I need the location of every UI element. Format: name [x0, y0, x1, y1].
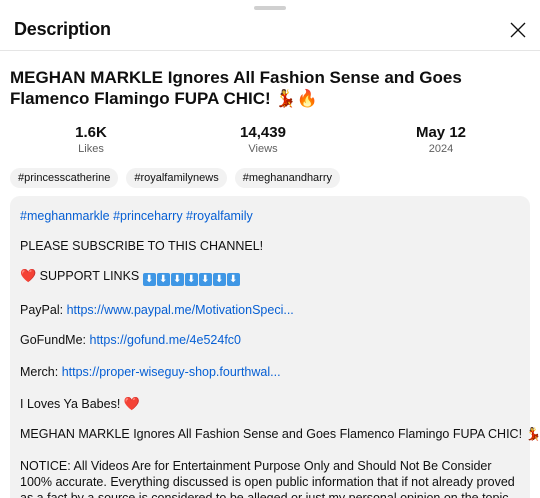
- stat-likes: 1.6K Likes: [31, 124, 151, 157]
- merch-line: Merch: https://proper-wiseguy-shop.fourt…: [20, 364, 520, 380]
- close-button[interactable]: [504, 16, 532, 44]
- down-arrow-icon: ⬇: [170, 273, 184, 286]
- stat-date: May 12 2024: [381, 124, 501, 157]
- support-links-label: SUPPORT LINKS: [39, 269, 140, 283]
- notice-paragraph: NOTICE: All Videos Are for Entertainment…: [20, 459, 515, 498]
- down-arrow-icon: ⬇: [184, 273, 198, 286]
- hashtag-chips: #princesscatherine #royalfamilynews #meg…: [10, 168, 341, 188]
- likes-label: Likes: [78, 143, 104, 155]
- heart-icon: ❤️: [123, 396, 140, 411]
- upload-year: 2024: [428, 143, 454, 155]
- hashtag-chip[interactable]: #royalfamilynews: [126, 168, 227, 188]
- hashtag-chip[interactable]: #princesscatherine: [10, 168, 119, 188]
- support-links-line: ❤️ SUPPORT LINKS ⬇ ⬇ ⬇ ⬇ ⬇ ⬇ ⬇: [20, 268, 520, 286]
- description-tags-line[interactable]: #meghanmarkle #princeharry #royalfamily: [20, 208, 520, 224]
- gofundme-line: GoFundMe: https://gofund.me/4e524fc0: [20, 332, 520, 348]
- merch-label: Merch:: [20, 365, 59, 379]
- down-arrow-icon: ⬇: [226, 273, 240, 286]
- gofundme-link[interactable]: https://gofund.me/4e524fc0: [90, 333, 242, 347]
- description-header: Description: [0, 10, 540, 51]
- views-label: Views: [248, 143, 278, 155]
- likes-count: 1.6K: [75, 124, 107, 141]
- stats-row: 1.6K Likes 14,439 Views May 12 2024: [0, 124, 540, 158]
- down-arrows: ⬇ ⬇ ⬇ ⬇ ⬇ ⬇ ⬇: [142, 273, 240, 286]
- paypal-link[interactable]: https://www.paypal.me/MotivationSpeci...: [67, 303, 294, 317]
- paypal-label: PayPal:: [20, 303, 64, 317]
- upload-date: May 12: [415, 124, 467, 141]
- paypal-line: PayPal: https://www.paypal.me/Motivation…: [20, 302, 520, 318]
- description-hashtag-link[interactable]: #meghanmarkle #princeharry #royalfamily: [20, 209, 253, 223]
- down-arrow-icon: ⬇: [198, 273, 212, 286]
- hashtag-chip[interactable]: #meghanandharry: [234, 168, 341, 188]
- description-body: #meghanmarkle #princeharry #royalfamily …: [10, 196, 540, 498]
- panel-title: Description: [14, 19, 111, 39]
- love-text: I Loves Ya Babes!: [20, 397, 121, 411]
- down-arrow-icon: ⬇: [156, 273, 170, 286]
- views-count: 14,439: [240, 124, 286, 141]
- stat-views: 14,439 Views: [203, 124, 323, 157]
- heart-icon: ❤️: [20, 268, 37, 283]
- down-arrow-icon: ⬇: [142, 273, 156, 286]
- video-title: MEGHAN MARKLE Ignores All Fashion Sense …: [10, 68, 462, 108]
- down-arrow-icon: ⬇: [212, 273, 226, 286]
- gofundme-label: GoFundMe:: [20, 333, 87, 347]
- title-repeat-line: MEGHAN MARKLE Ignores All Fashion Sense …: [20, 427, 540, 441]
- subscribe-line: PLEASE SUBSCRIBE TO THIS CHANNEL!: [20, 239, 264, 253]
- love-line: I Loves Ya Babes! ❤️: [20, 396, 520, 412]
- merch-link[interactable]: https://proper-wiseguy-shop.fourthwal...: [62, 365, 281, 379]
- close-icon: [510, 22, 526, 38]
